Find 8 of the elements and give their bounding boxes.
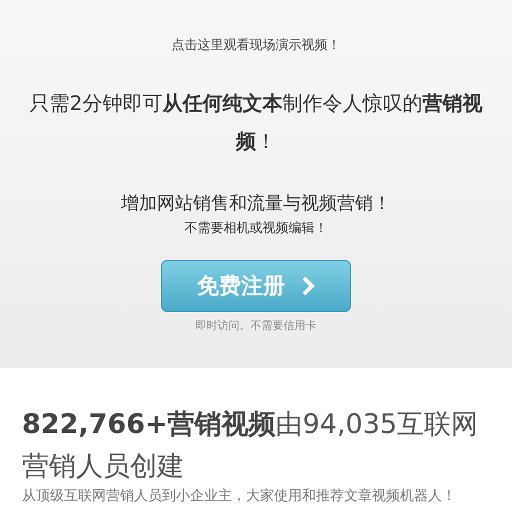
stats-description: 从顶级互联网营销人员到小企业主，大家使用和推荐文章视频机器人！ xyxy=(22,488,457,505)
chevron-right-icon xyxy=(301,276,315,296)
demo-video-link[interactable]: 点击这里观看现场演示视频！ xyxy=(172,36,340,56)
signup-note: 即时访问。不需要信用卡 xyxy=(196,318,316,334)
subnote: 不需要相机或视频编辑！ xyxy=(184,220,328,238)
stats-heading: 822,766+营销视频由94,035互联网营销人员创建 xyxy=(22,408,480,484)
headline: 只需2分钟即可从任何纯文本制作令人惊叹的营销视频！ xyxy=(28,90,484,154)
subheadline: 增加网站销售和流量与视频营销！ xyxy=(121,192,391,216)
